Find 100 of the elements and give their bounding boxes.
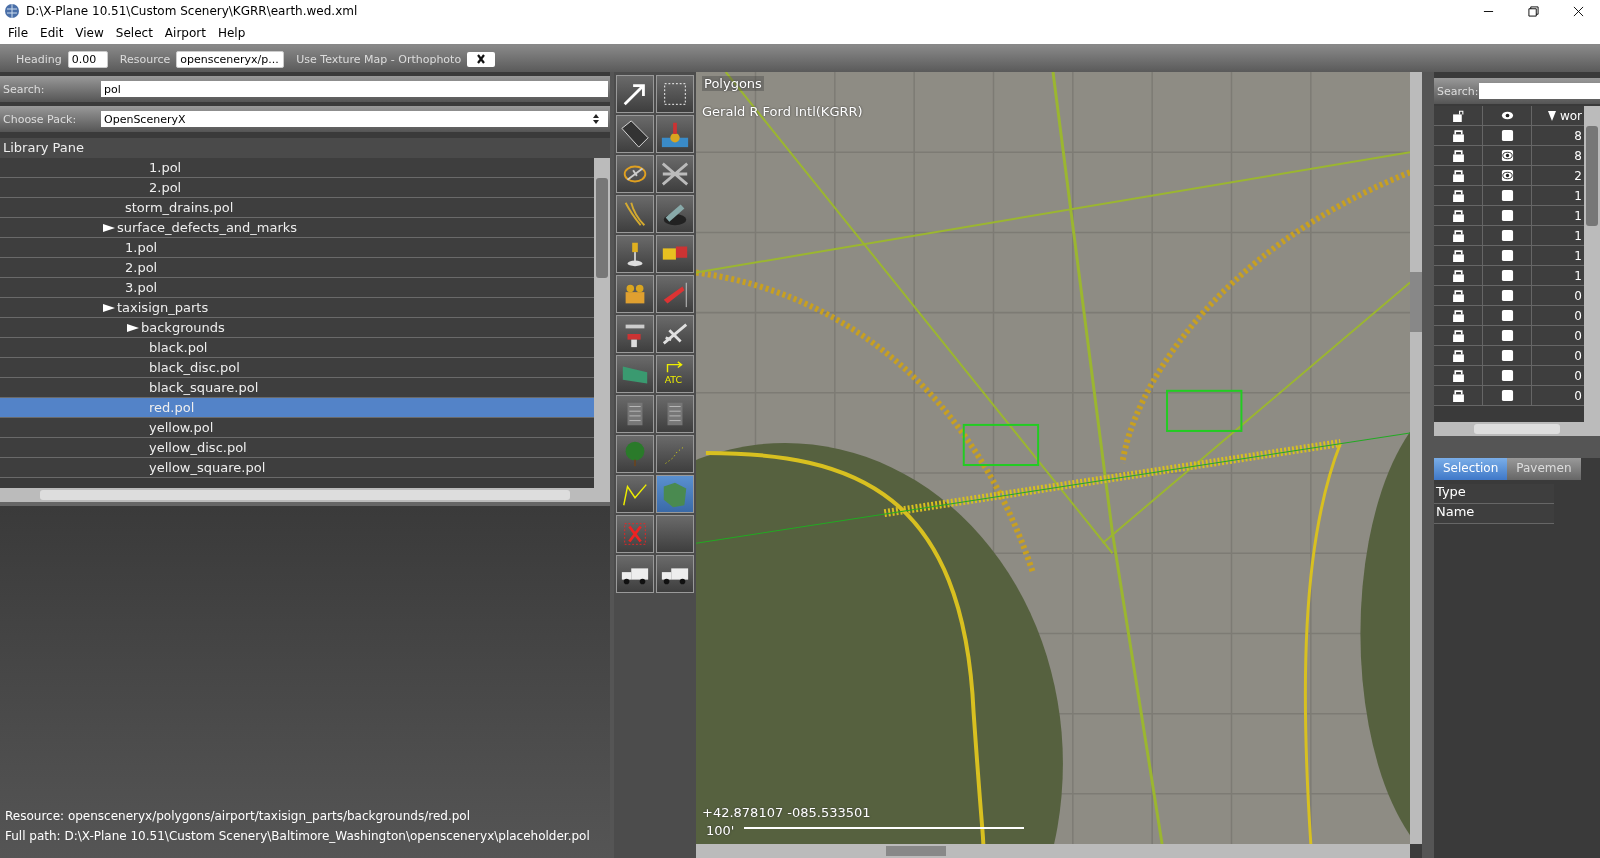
lock-icon[interactable] bbox=[1451, 169, 1465, 182]
tool-button[interactable] bbox=[616, 235, 654, 273]
checkbox[interactable] bbox=[1500, 209, 1514, 222]
table-cell-text: 0 bbox=[1573, 387, 1583, 405]
airport-label: Gerald R Ford Intl(KGRR) bbox=[702, 104, 863, 119]
tool-button[interactable] bbox=[616, 475, 654, 513]
tree-item[interactable]: 3.pol bbox=[0, 278, 594, 298]
lock-icon[interactable] bbox=[1451, 309, 1465, 322]
checkbox[interactable] bbox=[1500, 249, 1514, 262]
tree-item[interactable]: yellow_disc.pol bbox=[0, 438, 594, 458]
checkbox[interactable] bbox=[1500, 289, 1514, 302]
atc-label: ATC bbox=[664, 374, 683, 386]
menu-item[interactable]: View bbox=[69, 24, 110, 42]
tree-item[interactable]: 2.pol bbox=[0, 258, 594, 278]
search-field[interactable]: pol bbox=[101, 81, 608, 97]
texture-label: Use Texture Map - Orthophoto bbox=[296, 52, 462, 66]
tree-item[interactable]: surface_defects_and_marks bbox=[0, 218, 594, 238]
eye-icon[interactable] bbox=[1500, 149, 1514, 162]
checkbox[interactable] bbox=[1500, 329, 1514, 342]
scrollbar[interactable] bbox=[1584, 106, 1600, 422]
tree-item[interactable]: yellow_square.pol bbox=[0, 458, 594, 478]
menu-item[interactable]: Edit bbox=[34, 24, 70, 42]
globe-icon bbox=[4, 3, 20, 19]
tool-button[interactable]: ATC bbox=[656, 355, 694, 393]
lock-icon[interactable] bbox=[1451, 269, 1465, 282]
texture-checkbox[interactable] bbox=[467, 51, 496, 67]
checkbox[interactable] bbox=[1500, 229, 1514, 242]
table-cell-text: 0 bbox=[1573, 307, 1583, 325]
tool-button[interactable] bbox=[656, 235, 694, 273]
checkbox[interactable] bbox=[1500, 369, 1514, 382]
search-label: Search: bbox=[2, 82, 46, 96]
lock-icon[interactable] bbox=[1451, 209, 1465, 222]
tool-button[interactable] bbox=[656, 315, 694, 353]
restore-icon[interactable] bbox=[1528, 5, 1539, 17]
unlocked-icon[interactable] bbox=[1451, 109, 1465, 122]
heading-field[interactable]: 0.00 bbox=[67, 50, 108, 68]
status-text: Full path: D:\X-Plane 10.51\Custom Scenery\Baltimore_Washington\opensceneryx\placeholder.pol bbox=[5, 828, 591, 845]
search-field[interactable] bbox=[1478, 83, 1600, 99]
eye-icon[interactable] bbox=[1500, 109, 1514, 122]
window-title: D:\X-Plane 10.51\Custom Scenery\KGRR\earth.wed.xml bbox=[26, 4, 359, 18]
tree-item[interactable]: storm_drains.pol bbox=[0, 198, 594, 218]
table-cell-text: 0 bbox=[1573, 347, 1583, 365]
checkbox[interactable] bbox=[1500, 389, 1514, 402]
lock-icon[interactable] bbox=[1451, 189, 1465, 202]
folder-arrow-icon[interactable] bbox=[127, 322, 139, 333]
checkbox[interactable] bbox=[1500, 309, 1514, 322]
checkbox[interactable] bbox=[1500, 349, 1514, 362]
menu-item[interactable]: Help bbox=[211, 24, 252, 42]
checkbox[interactable] bbox=[1500, 269, 1514, 282]
scrollbar[interactable] bbox=[1410, 72, 1422, 844]
lock-icon[interactable] bbox=[1451, 329, 1465, 342]
scrollbar[interactable] bbox=[1434, 422, 1600, 436]
search-label: Search: bbox=[1436, 84, 1479, 98]
checkbox[interactable] bbox=[1500, 129, 1514, 142]
tree-item[interactable]: black_square.pol bbox=[0, 378, 594, 398]
folder-arrow-icon[interactable] bbox=[103, 222, 115, 233]
lock-icon[interactable] bbox=[1451, 229, 1465, 242]
tool-button[interactable] bbox=[616, 75, 654, 113]
menu-item[interactable]: File bbox=[2, 24, 35, 42]
scrollbar[interactable] bbox=[594, 158, 610, 488]
menu-item[interactable]: Select bbox=[109, 24, 159, 42]
folder-arrow-icon[interactable] bbox=[103, 302, 115, 313]
lock-icon[interactable] bbox=[1451, 249, 1465, 262]
lock-icon[interactable] bbox=[1451, 349, 1465, 362]
tool-button[interactable] bbox=[656, 555, 694, 593]
tree-item[interactable]: black_disc.pol bbox=[0, 358, 594, 378]
scrollbar[interactable] bbox=[696, 844, 1410, 858]
pack-dropdown[interactable]: OpenSceneryX bbox=[101, 111, 608, 127]
lock-icon[interactable] bbox=[1451, 289, 1465, 302]
tree-item[interactable]: 1.pol bbox=[0, 238, 594, 258]
tool-button[interactable] bbox=[616, 555, 654, 593]
lock-icon[interactable] bbox=[1451, 369, 1465, 382]
lock-icon[interactable] bbox=[1451, 149, 1465, 162]
lock-icon[interactable] bbox=[1451, 389, 1465, 402]
resource-label: Resource bbox=[119, 52, 171, 66]
property-label: Type bbox=[1434, 484, 1554, 504]
table-cell-text: 8 bbox=[1573, 147, 1583, 165]
menu-item[interactable]: Airport bbox=[158, 24, 212, 42]
tree-item[interactable]: taxisign_parts bbox=[0, 298, 594, 318]
tree-item[interactable]: backgrounds bbox=[0, 318, 594, 338]
tool-button[interactable] bbox=[656, 195, 694, 233]
table-cell-text: 0 bbox=[1573, 327, 1583, 345]
resource-field[interactable]: opensceneryx/p... bbox=[176, 50, 285, 68]
checkbox[interactable] bbox=[1500, 189, 1514, 202]
sort-arrow-icon[interactable] bbox=[1547, 110, 1556, 121]
close-icon[interactable] bbox=[1573, 5, 1584, 17]
tree-item[interactable]: 2.pol bbox=[0, 178, 594, 198]
tool-button[interactable] bbox=[616, 315, 654, 353]
tree-item[interactable]: 1.pol bbox=[0, 158, 594, 178]
coordinates-text: +42.878107 -085.533501 bbox=[702, 805, 871, 820]
table-cell-text: 1 bbox=[1573, 207, 1583, 225]
tree-item[interactable]: black.pol bbox=[0, 338, 594, 358]
tree-item[interactable]: yellow.pol bbox=[0, 418, 594, 438]
lock-icon[interactable] bbox=[1451, 129, 1465, 142]
map-mode-label: Polygons bbox=[702, 76, 764, 91]
table-cell-text: 1 bbox=[1573, 227, 1583, 245]
column-header[interactable]: wor bbox=[1559, 108, 1582, 123]
table-cell-text: 0 bbox=[1573, 367, 1583, 385]
eye-icon[interactable] bbox=[1500, 169, 1514, 182]
scrollbar[interactable] bbox=[0, 488, 610, 502]
